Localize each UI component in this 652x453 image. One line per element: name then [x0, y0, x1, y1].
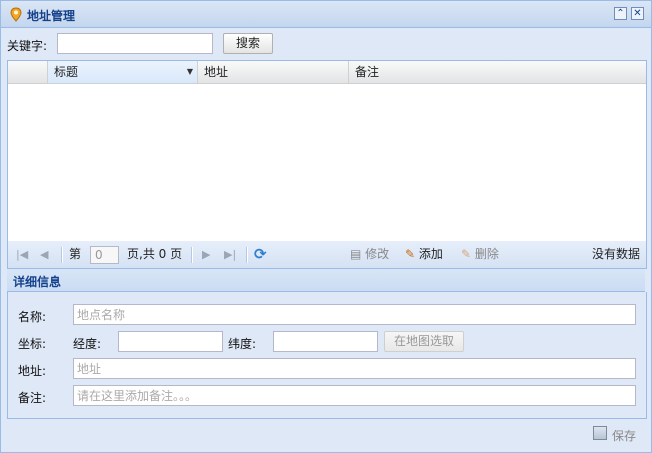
- window-title: 地址管理: [27, 9, 76, 23]
- column-header-note[interactable]: 备注: [349, 61, 646, 83]
- address-grid: 标题 ▼ 地址 备注: [7, 60, 647, 242]
- page-prefix: 第: [69, 247, 82, 261]
- details-title: 详细信息: [13, 275, 62, 289]
- page-total-text: 页,共 0 页: [127, 247, 183, 261]
- column-header-title[interactable]: 标题 ▼: [48, 61, 198, 83]
- column-header-address-label: 地址: [204, 65, 229, 79]
- delete-icon: ✎: [461, 247, 472, 261]
- edit-label: 修改: [365, 247, 390, 261]
- address-management-window: 地址管理 ⌃ ✕ 关键字: 搜索 标题 ▼ 地址 备注 |◀ ◀ 第 0 页,共…: [0, 0, 652, 453]
- note-input[interactable]: [73, 385, 636, 406]
- add-icon: ✎: [405, 247, 416, 261]
- longitude-input[interactable]: [118, 331, 223, 352]
- paging-toolbar: |◀ ◀ 第 0 页,共 0 页 ▶ ▶| ⟳ ▤ 修改 ✎ 添加 ✎ 删除 没…: [7, 241, 647, 269]
- note-label: 备注:: [18, 391, 47, 405]
- refresh-icon[interactable]: ⟳: [254, 241, 267, 268]
- save-icon: [593, 426, 607, 440]
- footer-toolbar: 保存: [1, 419, 651, 452]
- add-button[interactable]: ✎ 添加: [405, 241, 443, 268]
- dropdown-arrow-icon[interactable]: ▼: [187, 61, 193, 83]
- coord-label: 坐标:: [18, 337, 47, 351]
- add-label: 添加: [418, 247, 443, 261]
- delete-button[interactable]: ✎ 删除: [461, 241, 499, 268]
- separator: [246, 247, 248, 263]
- map-pin-icon: [10, 7, 22, 22]
- pick-on-map-button[interactable]: 在地图选取: [384, 331, 464, 352]
- keyword-label: 关键字:: [7, 39, 48, 53]
- address-label: 地址:: [18, 364, 47, 378]
- name-label: 名称:: [18, 310, 47, 324]
- title-bar[interactable]: 地址管理 ⌃ ✕: [1, 1, 651, 28]
- keyword-input[interactable]: [57, 33, 213, 54]
- longitude-label: 经度:: [73, 337, 102, 351]
- latitude-label: 纬度:: [228, 337, 257, 351]
- column-header-address[interactable]: 地址: [198, 61, 349, 83]
- latitude-input[interactable]: [273, 331, 378, 352]
- name-input[interactable]: [73, 304, 636, 325]
- details-form: 名称: 坐标: 经度: 纬度: 在地图选取 地址: 备注:: [7, 292, 647, 419]
- details-section-header: 详细信息: [7, 269, 645, 292]
- address-input[interactable]: [73, 358, 636, 379]
- last-page-icon[interactable]: ▶|: [224, 241, 236, 268]
- double-chevron-up-icon: ⌃: [616, 8, 625, 19]
- separator: [61, 247, 63, 263]
- save-button[interactable]: 保存: [612, 427, 636, 444]
- grid-body[interactable]: [8, 84, 646, 241]
- search-button[interactable]: 搜索: [223, 33, 273, 54]
- prev-page-icon[interactable]: ◀: [40, 241, 48, 268]
- next-page-icon[interactable]: ▶: [202, 241, 210, 268]
- close-icon: ✕: [633, 8, 642, 19]
- edit-icon: ▤: [350, 247, 362, 261]
- column-header-title-label: 标题: [54, 65, 79, 79]
- page-number-input[interactable]: 0: [90, 246, 119, 264]
- delete-label: 删除: [474, 247, 499, 261]
- search-bar: 关键字: 搜索: [1, 28, 651, 60]
- column-header-note-label: 备注: [355, 65, 380, 79]
- grid-header: 标题 ▼ 地址 备注: [8, 61, 646, 84]
- paging-status: 没有数据: [592, 247, 641, 261]
- collapse-button[interactable]: ⌃: [614, 7, 627, 20]
- close-button[interactable]: ✕: [631, 7, 644, 20]
- row-number-header: [8, 61, 48, 83]
- first-page-icon[interactable]: |◀: [16, 241, 28, 268]
- separator: [191, 247, 193, 263]
- edit-button[interactable]: ▤ 修改: [350, 241, 389, 268]
